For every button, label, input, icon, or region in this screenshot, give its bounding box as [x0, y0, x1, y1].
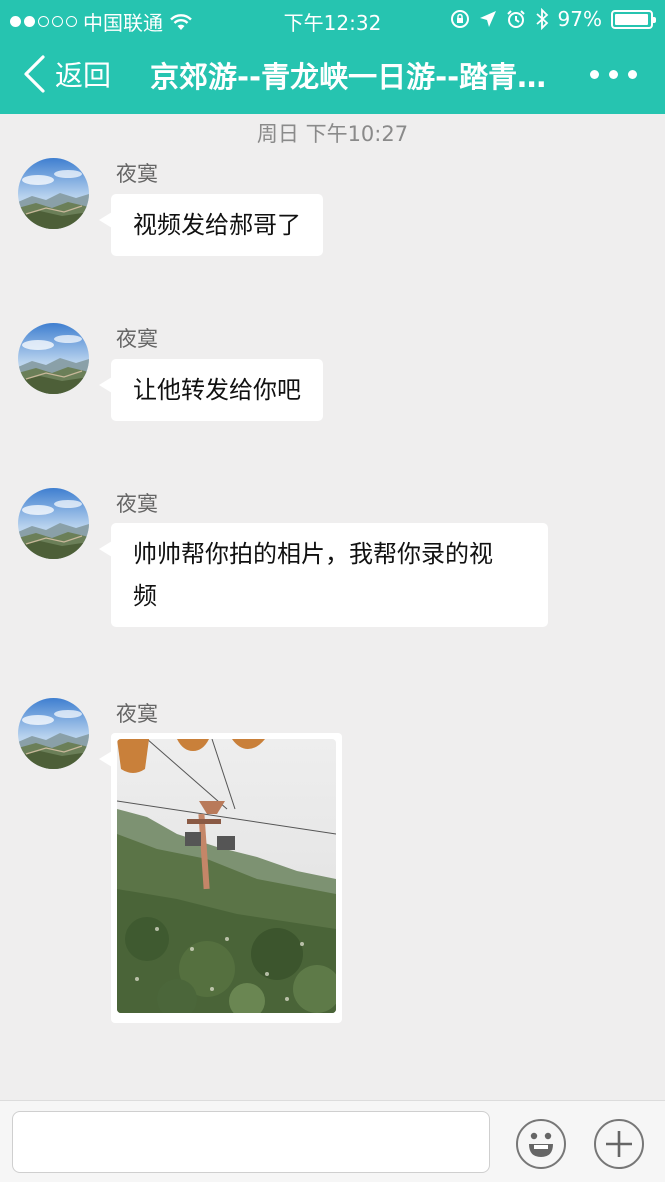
message-text: 视频发给郝哥了 [133, 211, 301, 239]
emoji-icon [529, 1132, 553, 1157]
message-bubble[interactable]: 视频发给郝哥了 [99, 194, 323, 256]
location-arrow-icon [479, 11, 496, 27]
sender-name: 夜寞 [116, 702, 158, 726]
battery-percent: 97% [557, 7, 602, 31]
sender-name: 夜寞 [116, 162, 158, 186]
bluetooth-icon [535, 8, 548, 30]
chevron-left-icon [24, 55, 45, 93]
battery-icon [611, 9, 656, 29]
plus-icon [606, 1131, 632, 1157]
add-attachment-button[interactable] [594, 1119, 644, 1169]
status-bar: 中国联通 下午12:32 97% [0, 0, 665, 38]
sender-name: 夜寞 [116, 327, 158, 351]
avatar[interactable] [18, 323, 89, 394]
chat-title: 京郊游--青龙峡一日游--踏青… [150, 60, 547, 94]
chat-timestamp: 周日 下午10:27 [256, 122, 409, 146]
more-dot-icon [590, 70, 599, 79]
message-input[interactable] [12, 1111, 490, 1173]
avatar[interactable] [18, 698, 89, 769]
more-dot-icon [628, 70, 637, 79]
back-button[interactable]: 返回 [22, 52, 111, 96]
rotation-lock-icon [450, 10, 469, 28]
navigation-bar: 返回 京郊游--青龙峡一日游--踏青… [0, 38, 665, 114]
alarm-icon [506, 10, 525, 28]
sender-name: 夜寞 [116, 492, 158, 516]
cable-car-photo[interactable] [117, 739, 336, 1013]
emoji-button[interactable] [516, 1119, 566, 1169]
input-bar [0, 1100, 665, 1182]
message-bubble[interactable]: 帅帅帮你拍的相片，我帮你录的视 频 [99, 523, 548, 627]
message-image-bubble[interactable] [99, 733, 342, 1023]
more-dot-icon [609, 70, 618, 79]
back-label: 返回 [55, 59, 112, 92]
avatar[interactable] [18, 488, 89, 559]
avatar[interactable] [18, 158, 89, 229]
status-right: 97% [450, 7, 656, 31]
message-text: 让他转发给你吧 [133, 376, 301, 404]
more-options-button[interactable] [590, 70, 637, 79]
message-bubble[interactable]: 让他转发给你吧 [99, 359, 323, 421]
message-text: 频 [133, 582, 157, 610]
message-text: 帅帅帮你拍的相片，我帮你录的视 [133, 540, 493, 568]
top-header: 中国联通 下午12:32 97% 返回 京郊游--青龙峡一日游--踏青… [0, 0, 665, 114]
